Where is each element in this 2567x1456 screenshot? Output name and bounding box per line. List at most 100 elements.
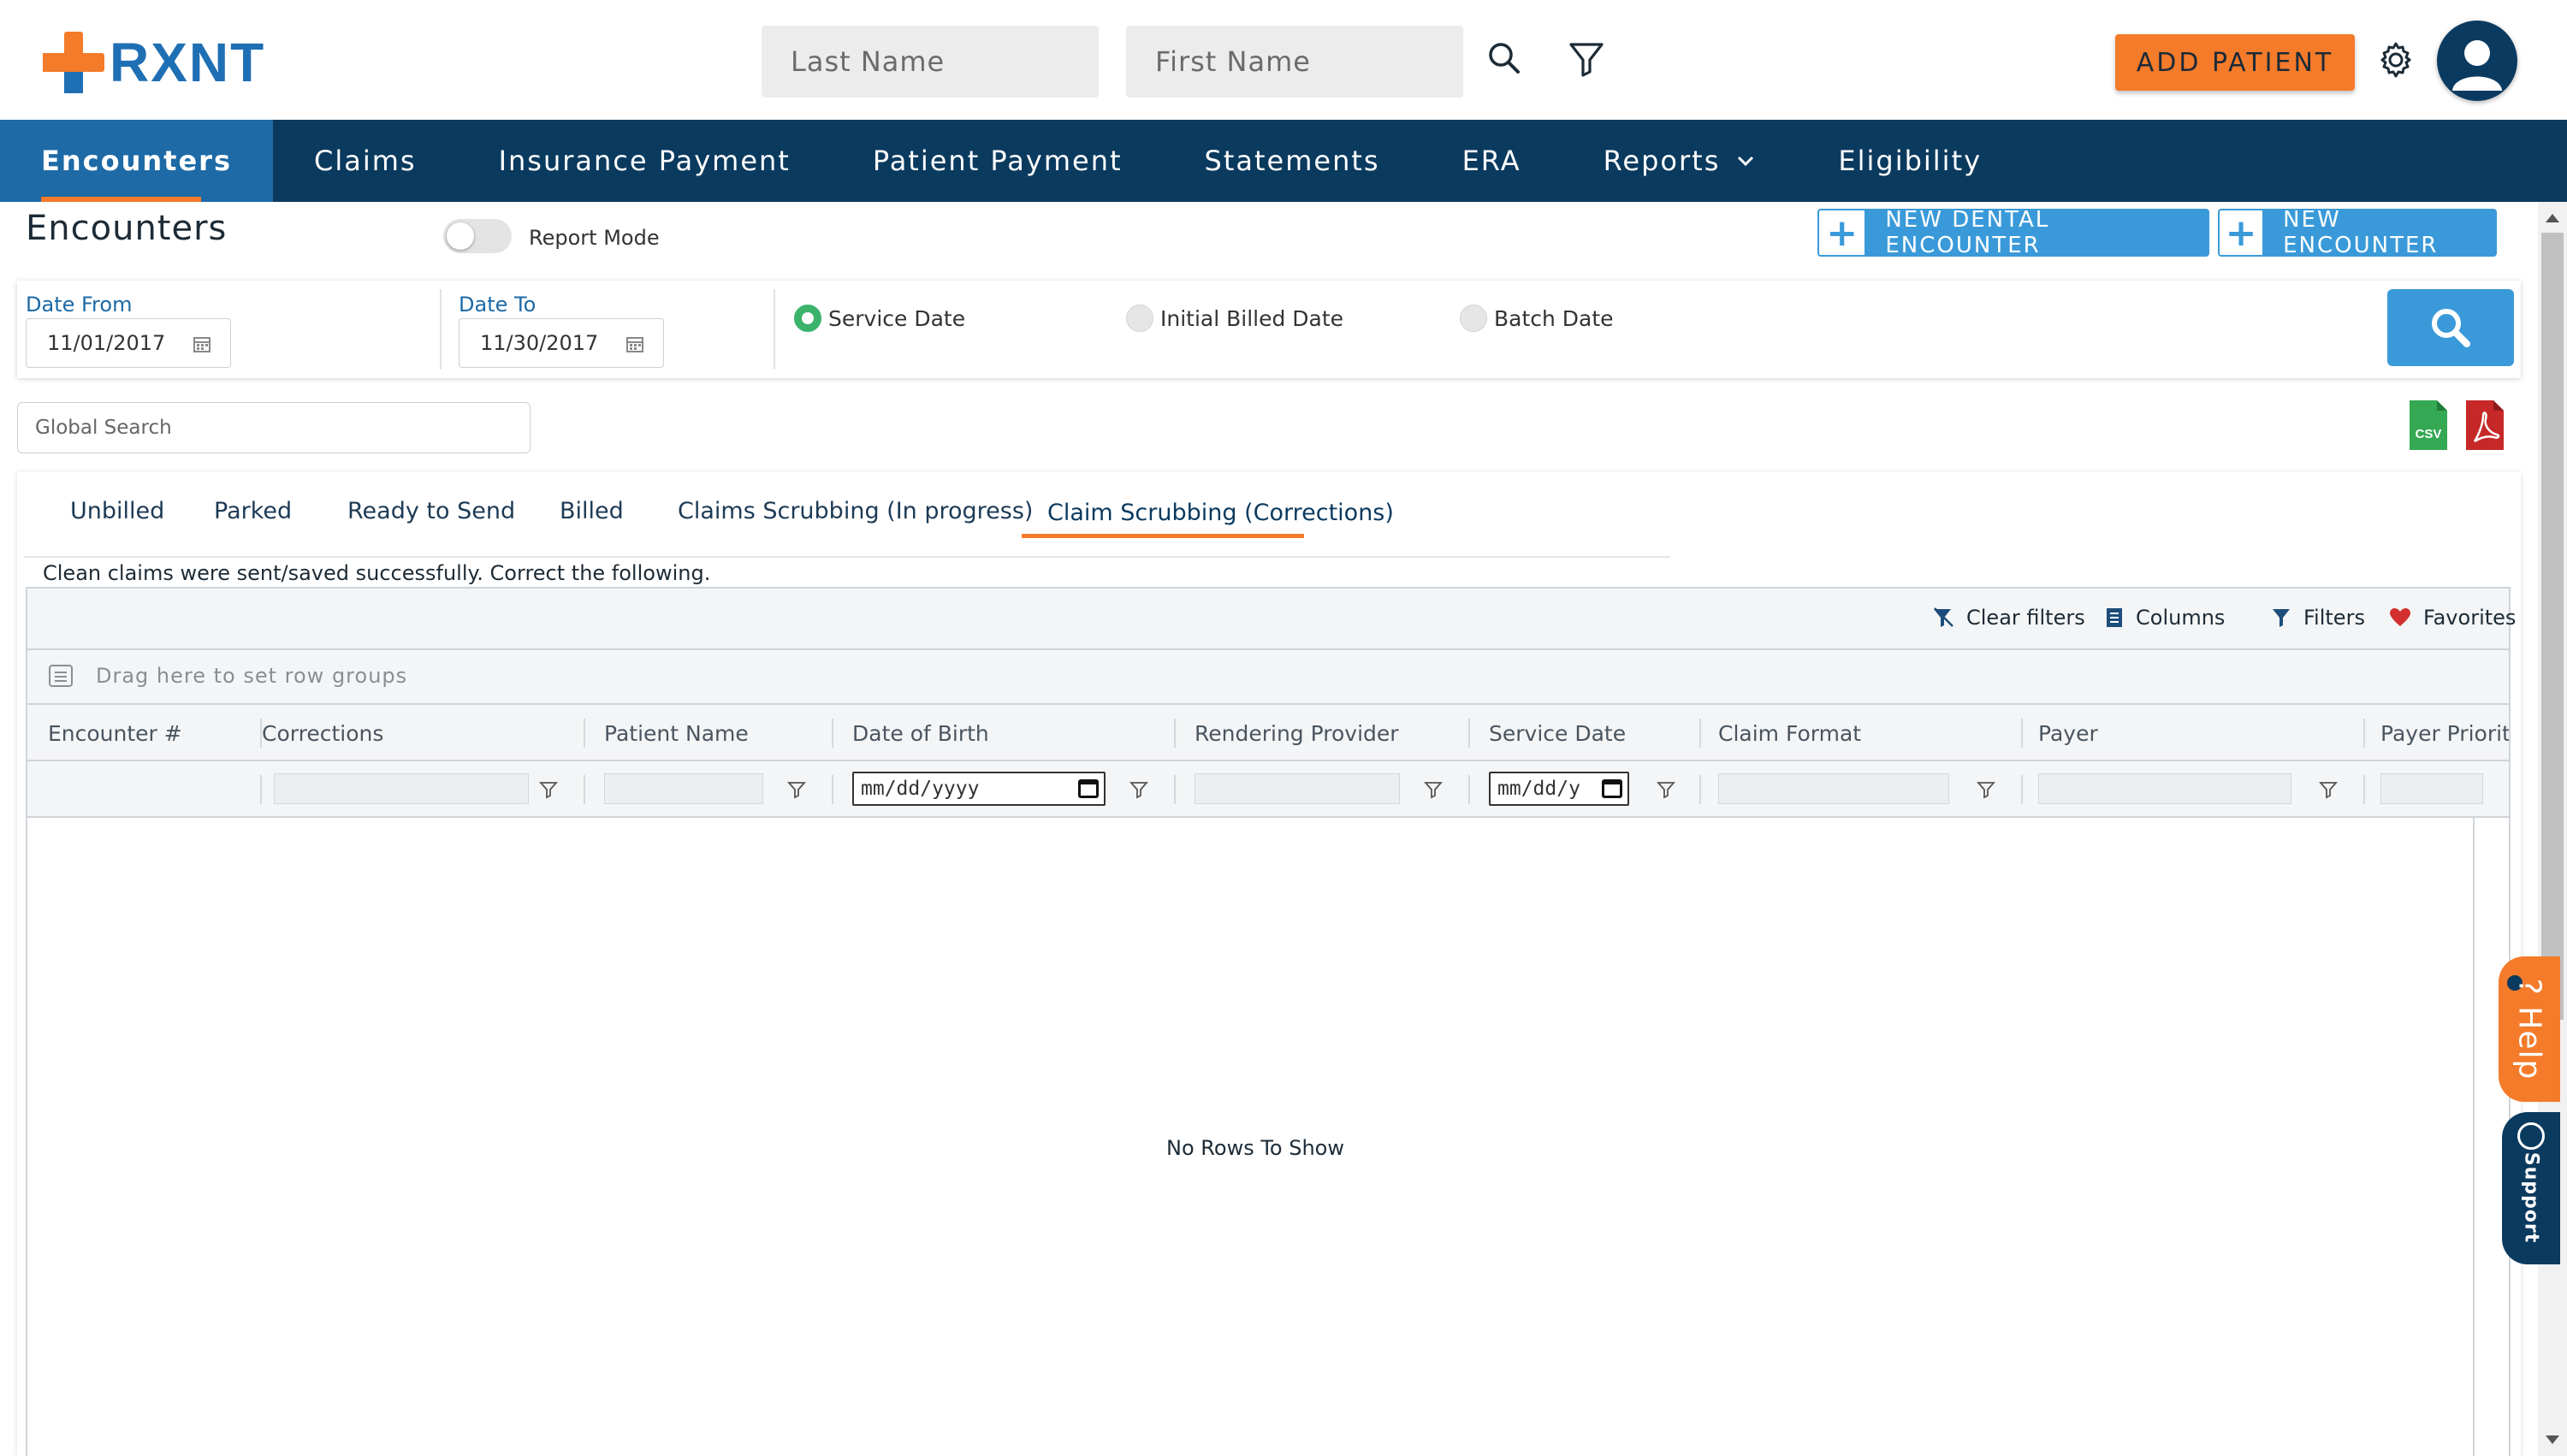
global-search-input[interactable] — [17, 402, 531, 453]
active-tab-indicator — [1022, 534, 1304, 538]
col-encounter-number[interactable]: Encounter # — [48, 705, 182, 760]
col-payer-priority[interactable]: Payer Priority — [2380, 705, 2509, 760]
tab-claims-scrubbing-in-progress[interactable]: Claims Scrubbing (In progress) — [678, 498, 1033, 524]
user-avatar[interactable] — [2437, 21, 2517, 101]
clear-filters-button[interactable]: Clear filters — [1932, 606, 2085, 630]
empty-grid-message: No Rows To Show — [1166, 1136, 1344, 1160]
add-patient-button[interactable]: ADD PATIENT — [2115, 34, 2355, 91]
page-title: Encounters — [26, 209, 228, 248]
logo-cross-icon — [43, 32, 104, 93]
patient-name-filter-input[interactable] — [604, 773, 763, 804]
new-encounter-button[interactable]: + NEW ENCOUNTER — [2218, 209, 2497, 257]
row-group-drop-zone[interactable]: Drag here to set row groups — [27, 650, 2509, 705]
date-of-birth-filter-input[interactable]: mm/dd/yyyy — [852, 772, 1106, 806]
scroll-up-arrow[interactable] — [2546, 214, 2559, 222]
csv-label: CSV — [2416, 427, 2442, 441]
col-rendering-provider[interactable]: Rendering Provider — [1195, 705, 1399, 760]
radio-initial-billed-date[interactable]: Initial Billed Date — [1126, 305, 1343, 332]
report-mode-label: Report Mode — [529, 226, 660, 250]
calendar-icon[interactable] — [1602, 779, 1622, 798]
radio-batch-date[interactable]: Batch Date — [1460, 305, 1614, 332]
user-icon — [2452, 40, 2502, 91]
col-patient-name[interactable]: Patient Name — [604, 705, 749, 760]
brand-name: RXNT — [110, 32, 266, 93]
col-payer[interactable]: Payer — [2038, 705, 2098, 760]
tab-ready-to-send[interactable]: Ready to Send — [347, 498, 515, 524]
radio-service-date[interactable]: Service Date — [794, 305, 965, 332]
pdf-export-icon[interactable] — [2464, 399, 2505, 452]
funnel-icon[interactable] — [1424, 780, 1443, 799]
columns-icon — [2107, 608, 2122, 627]
funnel-icon[interactable] — [1977, 780, 1995, 799]
payer-filter-input[interactable] — [2038, 773, 2291, 804]
date-from-input[interactable]: 11/01/2017 — [26, 318, 231, 368]
row-groups-hint: Drag here to set row groups — [96, 664, 408, 688]
corrections-filter-input[interactable] — [274, 773, 529, 804]
nav-eligibility[interactable]: Eligibility — [1797, 120, 2023, 202]
app-header: RXNT ADD PATIENT — [0, 0, 2567, 120]
help-label: ? Help — [2511, 978, 2547, 1080]
new-dental-encounter-button[interactable]: + NEW DENTAL ENCOUNTER — [1817, 209, 2209, 257]
favorites-button[interactable]: Favorites — [2389, 606, 2516, 630]
plus-icon: + — [1819, 210, 1865, 255]
nav-claims[interactable]: Claims — [273, 120, 458, 202]
date-to-label: Date To — [459, 293, 537, 317]
calendar-icon[interactable] — [193, 334, 211, 353]
clear-filter-icon — [1934, 607, 1953, 627]
funnel-icon[interactable] — [2319, 780, 2338, 799]
nav-statements[interactable]: Statements — [1164, 120, 1421, 202]
funnel-icon[interactable] — [1129, 780, 1148, 799]
search-icon — [2432, 309, 2470, 347]
csv-export-icon[interactable]: CSV — [2408, 399, 2449, 452]
nav-reports[interactable]: Reports — [1562, 120, 1798, 202]
search-icon[interactable] — [1484, 38, 1525, 79]
columns-button[interactable]: Columns — [2105, 606, 2225, 630]
search-button[interactable] — [2387, 289, 2514, 366]
col-service-date[interactable]: Service Date — [1489, 705, 1626, 760]
col-corrections[interactable]: Corrections — [262, 705, 383, 760]
date-filter-panel: Date From 11/01/2017 Date To 11/30/2017 … — [17, 281, 2521, 378]
funnel-icon[interactable] — [1657, 780, 1675, 799]
rendering-provider-filter-input[interactable] — [1195, 773, 1400, 804]
rxnt-logo[interactable]: RXNT — [43, 31, 265, 94]
encounters-grid: Clear filters Columns Filters Favorites … — [26, 587, 2516, 1456]
page-scrollbar[interactable] — [2538, 202, 2567, 1456]
claim-format-filter-input[interactable] — [1718, 773, 1949, 804]
col-date-of-birth[interactable]: Date of Birth — [852, 705, 989, 760]
tab-billed[interactable]: Billed — [560, 498, 624, 524]
filter-icon — [2273, 609, 2290, 627]
date-from-label: Date From — [26, 293, 133, 317]
encounters-content: Unbilled Parked Ready to Send Billed Cla… — [17, 472, 2521, 1456]
encounter-tabs: Unbilled Parked Ready to Send Billed Cla… — [24, 472, 1670, 558]
calendar-icon[interactable] — [1078, 779, 1099, 798]
last-name-input[interactable] — [762, 26, 1099, 98]
report-mode-toggle[interactable] — [443, 219, 512, 253]
gear-icon[interactable] — [2375, 39, 2416, 80]
filter-icon[interactable] — [1566, 38, 1607, 79]
heart-icon — [2390, 608, 2410, 626]
nav-patient-payment[interactable]: Patient Payment — [832, 120, 1164, 202]
funnel-icon[interactable] — [787, 780, 806, 799]
scroll-down-arrow[interactable] — [2546, 1435, 2559, 1444]
tab-parked[interactable]: Parked — [214, 498, 292, 524]
support-tab[interactable]: Support — [2502, 1112, 2560, 1264]
question-mark-icon: ? — [2511, 978, 2547, 996]
tab-unbilled[interactable]: Unbilled — [70, 498, 164, 524]
help-tab[interactable]: ? Help — [2499, 956, 2560, 1102]
calendar-icon[interactable] — [625, 334, 644, 353]
grid-toolbar: Clear filters Columns Filters Favorites — [27, 589, 2516, 650]
tab-claim-scrubbing-corrections[interactable]: Claim Scrubbing (Corrections) — [1047, 500, 1394, 526]
funnel-icon[interactable] — [539, 780, 558, 799]
nav-insurance-payment[interactable]: Insurance Payment — [458, 120, 832, 202]
service-date-filter-input[interactable]: mm/dd/y — [1489, 772, 1629, 806]
payer-priority-filter-input[interactable] — [2380, 773, 2483, 804]
filters-button[interactable]: Filters — [2271, 606, 2365, 630]
date-to-input[interactable]: 11/30/2017 — [459, 318, 664, 368]
col-claim-format[interactable]: Claim Format — [1718, 705, 1861, 760]
nav-era[interactable]: ERA — [1421, 120, 1562, 202]
support-label: Support — [2520, 1151, 2542, 1244]
support-icon — [2517, 1122, 2545, 1150]
scrollbar-thumb[interactable] — [2541, 233, 2564, 1020]
first-name-input[interactable] — [1126, 26, 1463, 98]
nav-encounters[interactable]: Encounters — [0, 120, 273, 202]
